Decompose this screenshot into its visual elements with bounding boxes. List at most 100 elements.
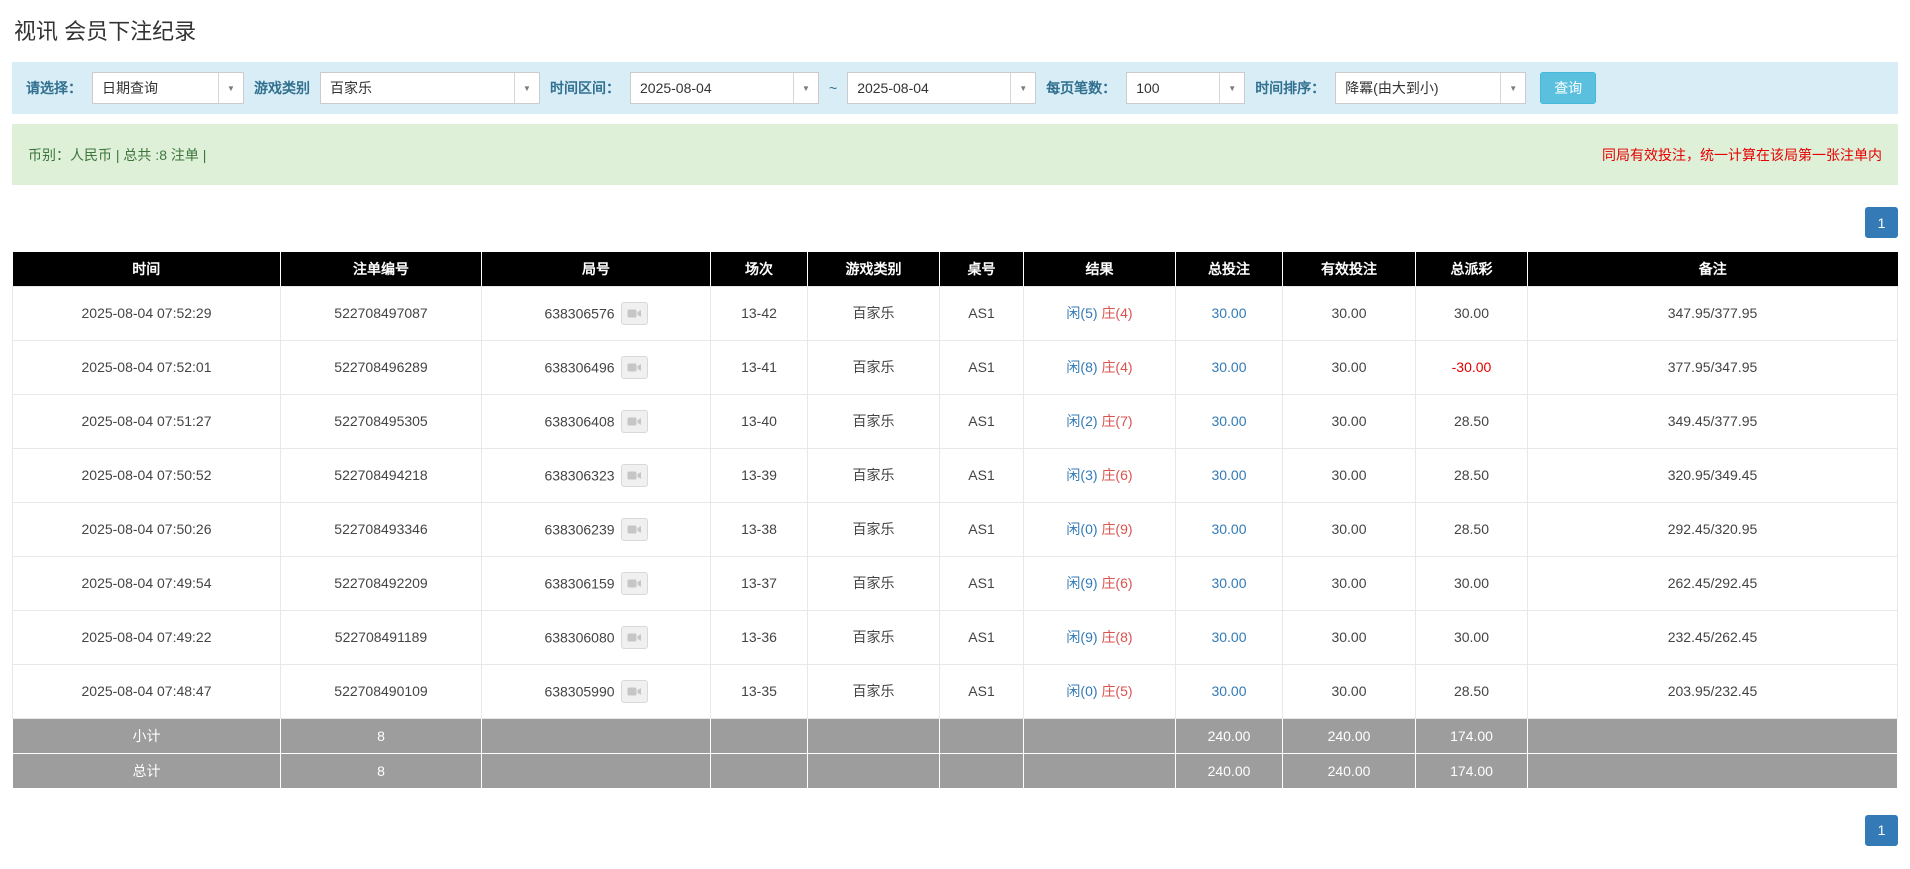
total-bet-link[interactable]: 30.00 — [1211, 521, 1246, 537]
subtotal-empty-cell — [940, 718, 1024, 753]
video-replay-icon[interactable] — [621, 410, 648, 433]
video-replay-icon[interactable] — [621, 572, 648, 595]
cell-round-id: 638306576 — [482, 286, 711, 340]
cell-result: 闲(0) 庄(9) — [1024, 502, 1176, 556]
cell-game-type: 百家乐 — [808, 394, 940, 448]
cell-note: 349.45/377.95 — [1528, 394, 1898, 448]
cell-table-no: AS1 — [940, 340, 1024, 394]
cell-bet-id: 522708494218 — [281, 448, 482, 502]
chevron-down-icon[interactable]: ▼ — [1500, 73, 1525, 103]
page-button-1[interactable]: 1 — [1865, 815, 1898, 846]
cell-result: 闲(8) 庄(4) — [1024, 340, 1176, 394]
payout-value: 30.00 — [1454, 305, 1489, 321]
date-from-select[interactable]: 2025-08-04 ▼ — [630, 72, 819, 104]
chevron-down-icon[interactable]: ▼ — [1010, 73, 1035, 103]
bet-records-table: 时间注单编号局号场次游戏类别桌号结果总投注有效投注总派彩备注 2025-08-0… — [12, 252, 1898, 789]
result-player: 闲(5) — [1066, 305, 1097, 321]
chevron-down-icon[interactable]: ▼ — [1219, 73, 1244, 103]
cell-round-id: 638306239 — [482, 502, 711, 556]
total-bet-link[interactable]: 30.00 — [1211, 629, 1246, 645]
page-container: 视讯 会员下注纪录 请选择： 日期查询 ▼ 游戏类别 百家乐 ▼ 时间区间： 2… — [12, 0, 1898, 846]
total-empty-cell — [482, 753, 711, 788]
cell-game-type: 百家乐 — [808, 286, 940, 340]
column-header: 结果 — [1024, 252, 1176, 286]
total-bet-link[interactable]: 30.00 — [1211, 683, 1246, 699]
cell-result: 闲(0) 庄(5) — [1024, 664, 1176, 718]
table-header-row: 时间注单编号局号场次游戏类别桌号结果总投注有效投注总派彩备注 — [13, 252, 1898, 286]
total-bet-link[interactable]: 30.00 — [1211, 359, 1246, 375]
total-empty-cell — [808, 753, 940, 788]
subtotal-label: 小计 — [13, 718, 281, 753]
cell-note: 377.95/347.95 — [1528, 340, 1898, 394]
cell-bet-id: 522708496289 — [281, 340, 482, 394]
total-bet-link[interactable]: 30.00 — [1211, 305, 1246, 321]
cell-valid-bet: 30.00 — [1283, 394, 1416, 448]
chevron-down-icon[interactable]: ▼ — [218, 73, 243, 103]
cell-game-type: 百家乐 — [808, 556, 940, 610]
time-range-label: 时间区间： — [550, 78, 620, 98]
video-replay-icon[interactable] — [621, 626, 648, 649]
video-replay-icon[interactable] — [621, 680, 648, 703]
query-type-label: 请选择： — [26, 78, 82, 98]
round-id-text: 638306408 — [544, 413, 614, 429]
cell-payout: 28.50 — [1416, 664, 1528, 718]
round-id-text: 638306080 — [544, 629, 614, 645]
cell-time: 2025-08-04 07:49:22 — [13, 610, 281, 664]
total-bet-link[interactable]: 30.00 — [1211, 467, 1246, 483]
cell-note: 320.95/349.45 — [1528, 448, 1898, 502]
search-button[interactable]: 查询 — [1540, 72, 1596, 104]
result-banker: 庄(4) — [1101, 359, 1132, 375]
video-replay-icon[interactable] — [621, 464, 648, 487]
cell-note: 203.95/232.45 — [1528, 664, 1898, 718]
chevron-down-icon[interactable]: ▼ — [793, 73, 818, 103]
date-to-select[interactable]: 2025-08-04 ▼ — [847, 72, 1036, 104]
round-id-text: 638306496 — [544, 359, 614, 375]
cell-game-type: 百家乐 — [808, 610, 940, 664]
cell-session: 13-42 — [711, 286, 808, 340]
video-replay-icon[interactable] — [621, 302, 648, 325]
page-title: 视讯 会员下注纪录 — [12, 0, 1898, 62]
result-player: 闲(9) — [1066, 575, 1097, 591]
filter-bar: 请选择： 日期查询 ▼ 游戏类别 百家乐 ▼ 时间区间： 2025-08-04 … — [12, 62, 1898, 114]
result-player: 闲(8) — [1066, 359, 1097, 375]
video-replay-icon[interactable] — [621, 518, 648, 541]
total-bet-link[interactable]: 30.00 — [1211, 413, 1246, 429]
page-size-select[interactable]: 100 ▼ — [1126, 72, 1245, 104]
page-button-1[interactable]: 1 — [1865, 207, 1898, 238]
column-header: 总派彩 — [1416, 252, 1528, 286]
result-banker: 庄(7) — [1101, 413, 1132, 429]
cell-time: 2025-08-04 07:52:29 — [13, 286, 281, 340]
column-header: 时间 — [13, 252, 281, 286]
column-header: 桌号 — [940, 252, 1024, 286]
query-type-select[interactable]: 日期查询 ▼ — [92, 72, 244, 104]
result-player: 闲(2) — [1066, 413, 1097, 429]
subtotal-empty-cell — [711, 718, 808, 753]
round-id-text: 638306159 — [544, 575, 614, 591]
cell-total-bet: 30.00 — [1176, 286, 1283, 340]
total-payout: 174.00 — [1416, 753, 1528, 788]
bet-record-row: 2025-08-04 07:51:27522708495305638306408… — [13, 394, 1898, 448]
total-bet-link[interactable]: 30.00 — [1211, 575, 1246, 591]
total-label: 总计 — [13, 753, 281, 788]
cell-session: 13-41 — [711, 340, 808, 394]
query-type-value: 日期查询 — [93, 73, 218, 103]
cell-round-id: 638306080 — [482, 610, 711, 664]
subtotal-count: 8 — [281, 718, 482, 753]
cell-payout: 28.50 — [1416, 448, 1528, 502]
subtotal-payout: 174.00 — [1416, 718, 1528, 753]
cell-table-no: AS1 — [940, 610, 1024, 664]
cell-valid-bet: 30.00 — [1283, 340, 1416, 394]
bet-record-row: 2025-08-04 07:50:26522708493346638306239… — [13, 502, 1898, 556]
result-banker: 庄(4) — [1101, 305, 1132, 321]
cell-bet-id: 522708495305 — [281, 394, 482, 448]
cell-result: 闲(5) 庄(4) — [1024, 286, 1176, 340]
bet-record-row: 2025-08-04 07:49:22522708491189638306080… — [13, 610, 1898, 664]
cell-game-type: 百家乐 — [808, 664, 940, 718]
cell-bet-id: 522708497087 — [281, 286, 482, 340]
chevron-down-icon[interactable]: ▼ — [514, 73, 539, 103]
sort-order-select[interactable]: 降冪(由大到小) ▼ — [1335, 72, 1526, 104]
payout-value: -30.00 — [1452, 359, 1492, 375]
total-empty-cell — [940, 753, 1024, 788]
video-replay-icon[interactable] — [621, 356, 648, 379]
game-type-select[interactable]: 百家乐 ▼ — [320, 72, 540, 104]
